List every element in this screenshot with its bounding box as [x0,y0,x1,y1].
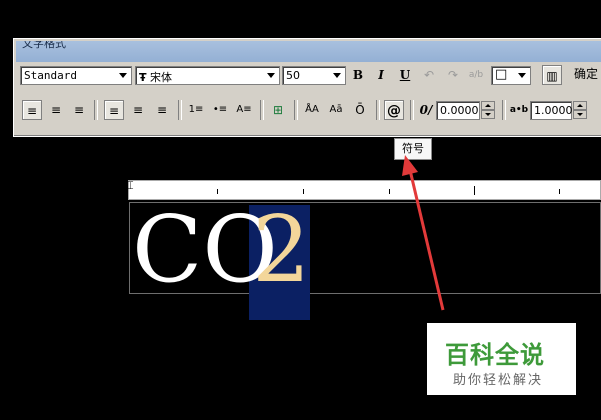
watermark-title: 百科全说 [445,341,545,369]
watermark-subtitle: 助你轻松解决 [453,373,544,388]
baike-watermark: 百科全说 助你轻松解决 [427,323,576,395]
